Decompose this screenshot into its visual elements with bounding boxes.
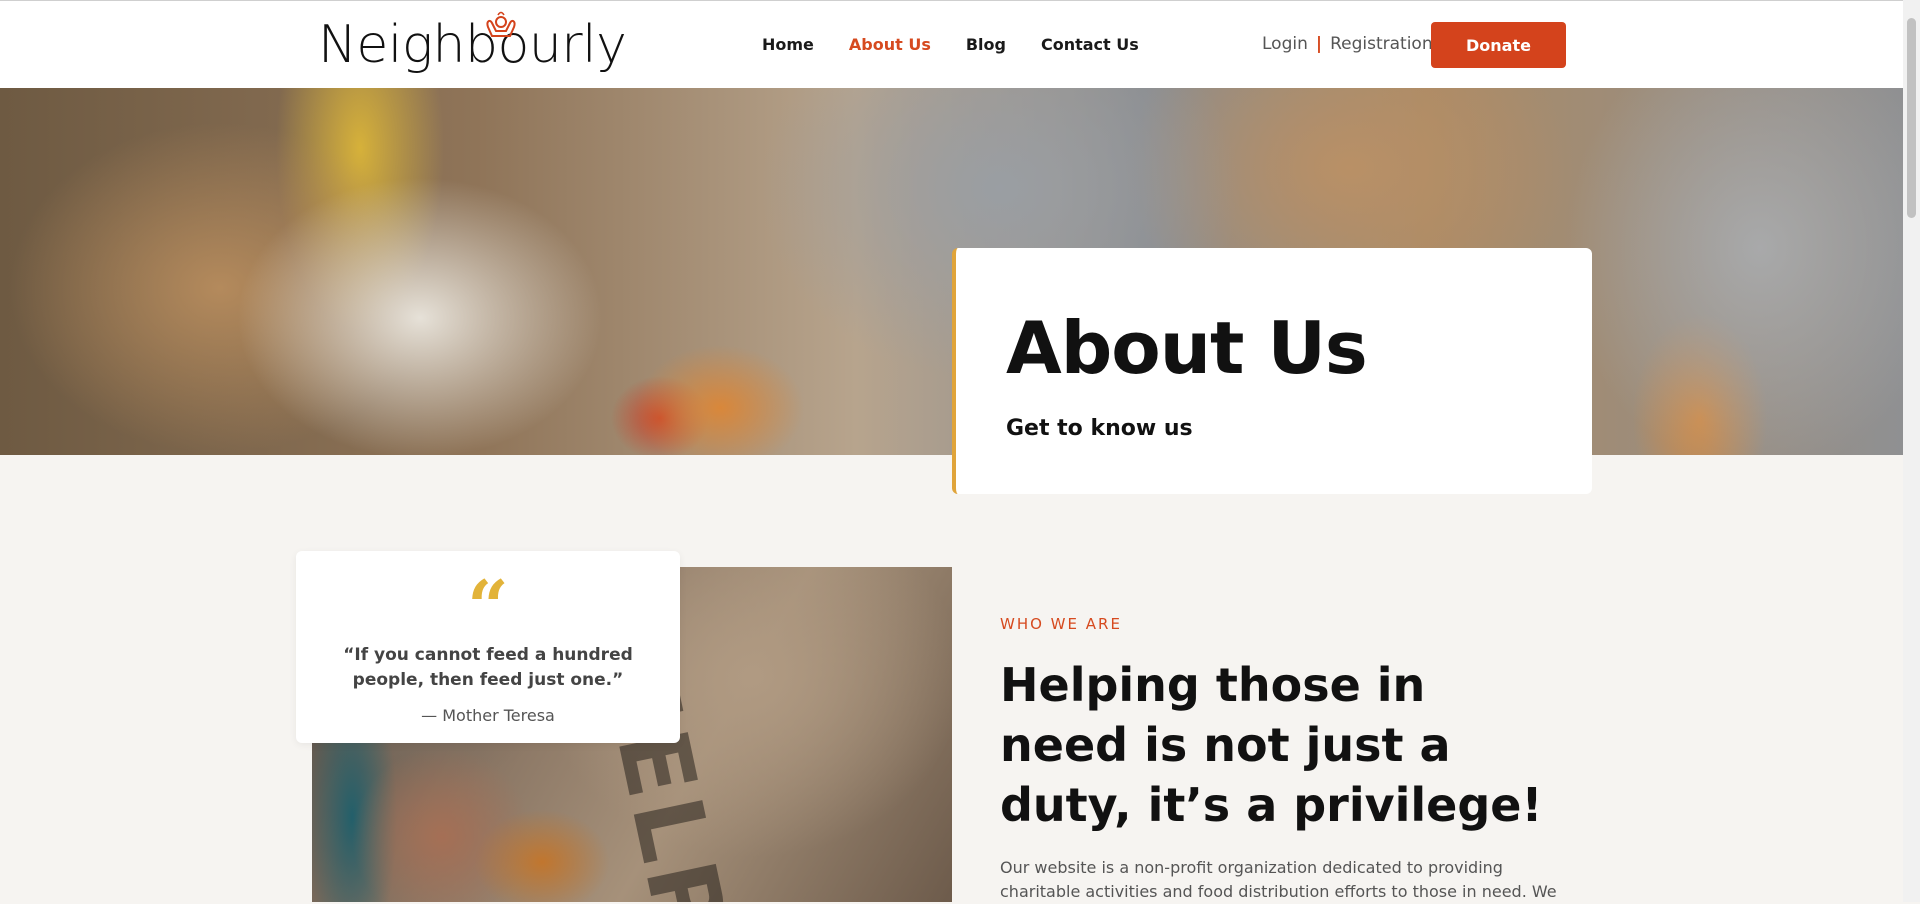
top-navigation-bar: Neighbourly Home About Us Blog Contact U… [0,0,1903,88]
quote-text: “If you cannot feed a hundred people, th… [343,645,633,690]
main-nav: Home About Us Blog Contact Us [762,35,1139,54]
login-link[interactable]: Login [1262,34,1308,54]
page-scrollbar[interactable] [1903,0,1920,902]
hero-card: About Us Get to know us [952,248,1592,494]
page-subtitle: Get to know us [1006,416,1193,441]
donate-button[interactable]: Donate [1431,22,1566,68]
nav-contact-us[interactable]: Contact Us [1041,35,1139,54]
auth-separator: | [1315,34,1323,54]
quote-author: — Mother Teresa [421,706,555,725]
page-title: About Us [1006,306,1368,390]
quote-card: “ “If you cannot feed a hundred people, … [296,551,680,743]
quote-mark-icon: “ [467,564,509,649]
section-body-text: Our website is a non-profit organization… [1000,858,1557,901]
nav-about-us[interactable]: About Us [849,35,931,54]
nav-blog[interactable]: Blog [966,35,1006,54]
auth-links: Login | Registration [1262,34,1433,54]
section-heading: Helping those in need is not just a duty… [1000,658,1543,832]
section-eyebrow: WHO WE ARE [1000,615,1122,633]
nav-home[interactable]: Home [762,35,814,54]
site-logo[interactable]: Neighbourly [318,19,627,71]
charity-hands-icon [486,11,516,37]
registration-link[interactable]: Registration [1330,34,1433,54]
scrollbar-thumb[interactable] [1907,18,1916,218]
